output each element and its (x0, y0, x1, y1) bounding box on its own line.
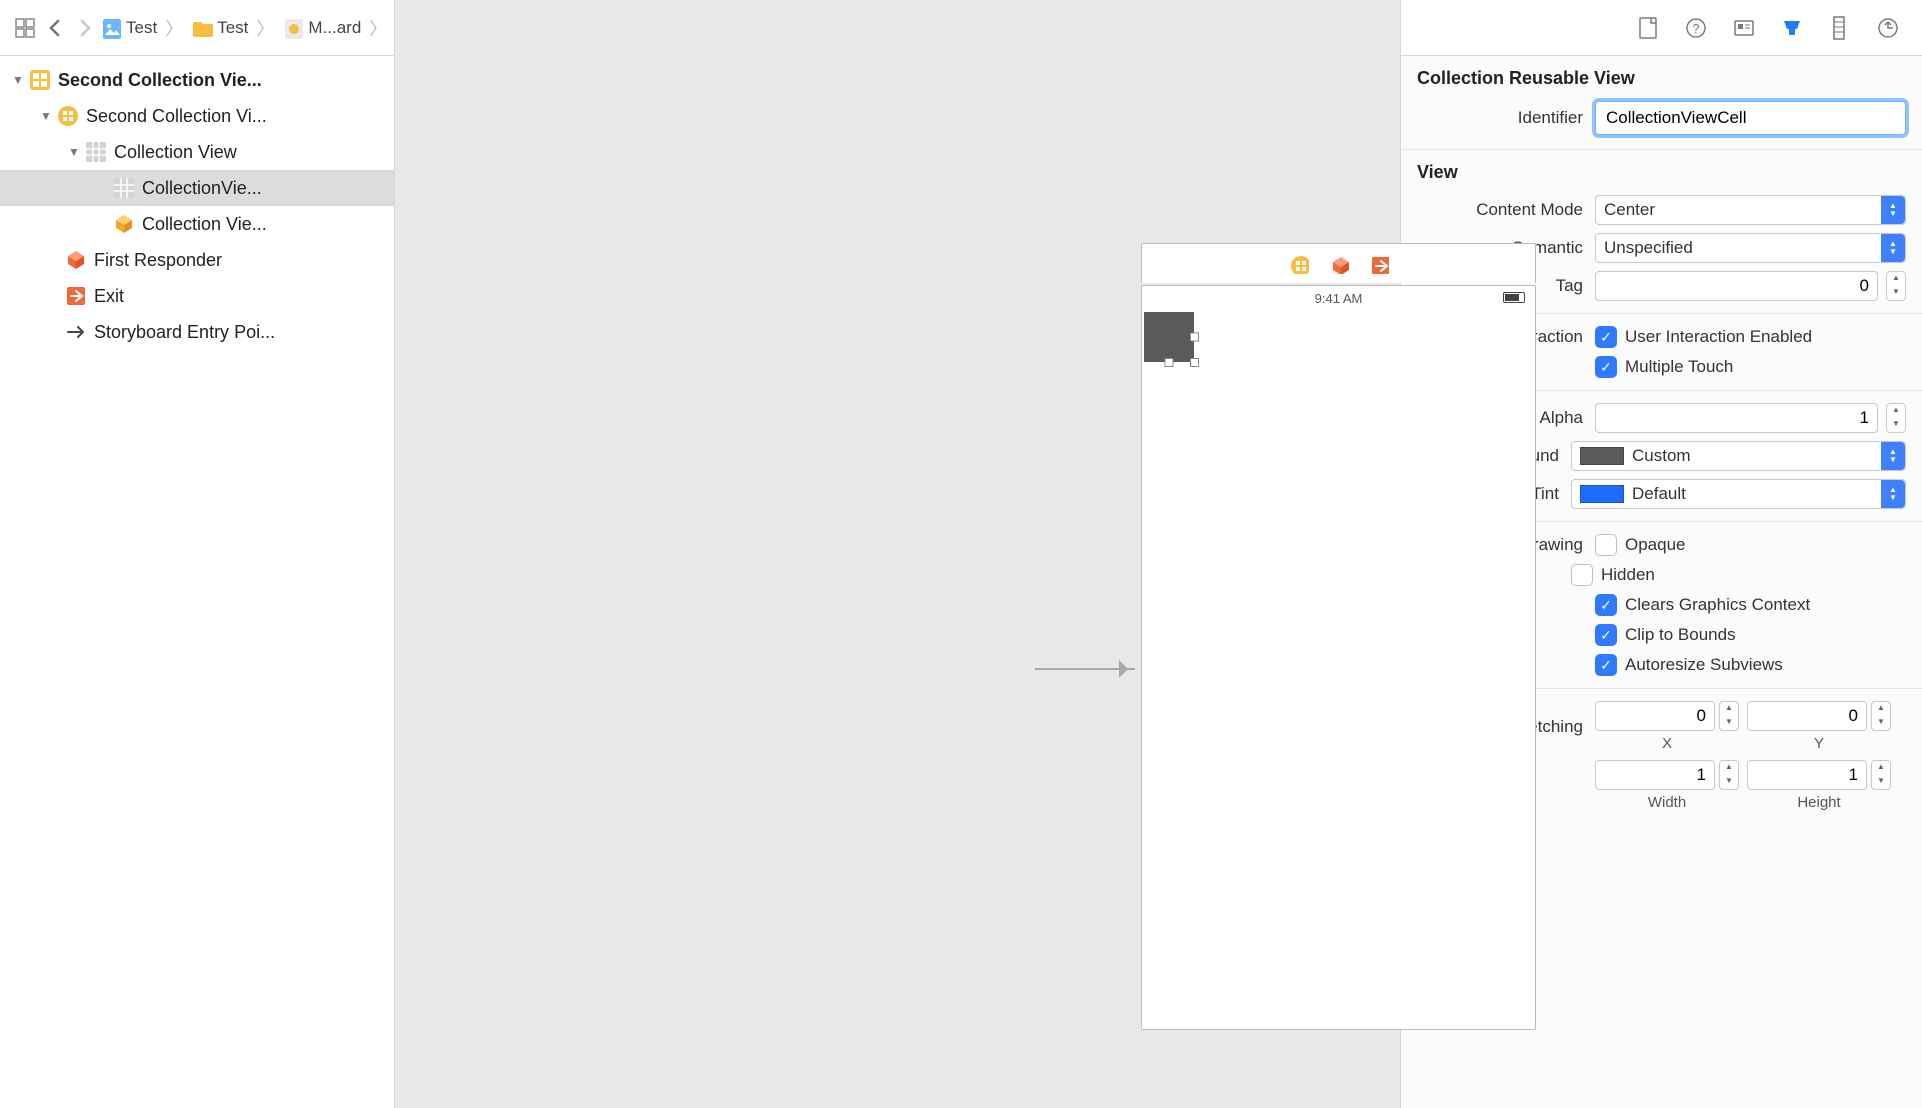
identity-inspector-tab[interactable] (1730, 14, 1758, 42)
background-select[interactable]: Custom▲▼ (1571, 441, 1906, 471)
identifier-label: Identifier (1425, 108, 1595, 128)
connections-inspector-tab[interactable] (1874, 14, 1902, 42)
svg-text:?: ? (1692, 21, 1699, 36)
hidden-checkbox[interactable] (1571, 564, 1593, 586)
chevron-updown-icon: ▲▼ (1881, 234, 1905, 262)
outline-scene[interactable]: ▼ Second Collection Vie... (0, 62, 394, 98)
stretch-h-stepper[interactable]: ▲▼ (1871, 760, 1891, 790)
outline-collection-view[interactable]: ▼ Collection View (0, 134, 394, 170)
view-title: View (1401, 150, 1922, 191)
help-inspector-tab[interactable]: ? (1682, 14, 1710, 42)
chevron-updown-icon: ▲▼ (1881, 442, 1905, 470)
battery-icon (1503, 292, 1525, 303)
color-swatch (1580, 447, 1624, 465)
outline-layout[interactable]: Collection Vie... (0, 206, 394, 242)
content-mode-label: Content Mode (1425, 200, 1595, 220)
cap-x: X (1662, 735, 1672, 752)
status-time: 9:41 AM (1315, 291, 1363, 306)
size-inspector-tab[interactable] (1826, 14, 1854, 42)
outline-label: First Responder (94, 250, 222, 271)
disclosure-icon[interactable]: ▼ (8, 73, 28, 87)
outline-controller[interactable]: ▼ Second Collection Vi... (0, 98, 394, 134)
outline-exit[interactable]: Exit (0, 278, 394, 314)
resize-handle[interactable] (1190, 358, 1199, 367)
multiple-touch-label: Multiple Touch (1625, 357, 1733, 377)
outline-label: Collection View (114, 142, 237, 163)
clears-checkbox[interactable]: ✓ (1595, 594, 1617, 616)
crumb-label: M...ard (308, 18, 361, 38)
content-mode-select[interactable]: Center▲▼ (1595, 195, 1906, 225)
disclosure-icon[interactable]: ▼ (64, 145, 84, 159)
breadcrumb[interactable]: Test〉 Test〉 M...ard〉 M...se)〉 Se...ne〉 S… (100, 15, 384, 41)
outline-label: Second Collection Vi... (86, 106, 267, 127)
selected-cell[interactable] (1144, 312, 1194, 362)
user-interaction-label: User Interaction Enabled (1625, 327, 1812, 347)
inspector-tab-bar: ? (1401, 0, 1922, 56)
scene-device[interactable]: 9:41 AM (1141, 285, 1536, 1030)
crumb-label: Test (126, 18, 157, 38)
stretch-w-field[interactable] (1595, 760, 1715, 790)
user-interaction-checkbox[interactable]: ✓ (1595, 326, 1617, 348)
autoresize-checkbox[interactable]: ✓ (1595, 654, 1617, 676)
outline-label: Storyboard Entry Poi... (94, 322, 275, 343)
clip-label: Clip to Bounds (1625, 625, 1736, 645)
scene-dock[interactable] (1141, 243, 1536, 283)
color-swatch (1580, 485, 1624, 503)
outline-label: Exit (94, 286, 124, 307)
stretch-x-stepper[interactable]: ▲▼ (1719, 701, 1739, 731)
outline-first-responder[interactable]: First Responder (0, 242, 394, 278)
entry-point-arrow-icon (1035, 668, 1135, 670)
outline-entry-point[interactable]: Storyboard Entry Poi... (0, 314, 394, 350)
attributes-inspector-tab[interactable] (1778, 14, 1806, 42)
stretch-x-field[interactable] (1595, 701, 1715, 731)
nav-forward-button[interactable] (70, 13, 100, 43)
stretch-h-field[interactable] (1747, 760, 1867, 790)
resize-handle[interactable] (1165, 358, 1174, 367)
first-responder-icon[interactable] (1329, 254, 1349, 274)
cap-y: Y (1814, 735, 1824, 752)
exit-icon[interactable] (1369, 254, 1389, 274)
outline-cell[interactable]: CollectionVie... (0, 170, 394, 206)
stretch-w-stepper[interactable]: ▲▼ (1719, 760, 1739, 790)
controller-icon[interactable] (1289, 254, 1309, 274)
reusable-view-title: Collection Reusable View (1401, 56, 1922, 97)
multiple-touch-checkbox[interactable]: ✓ (1595, 356, 1617, 378)
opaque-label: Opaque (1625, 535, 1686, 555)
status-bar: 9:41 AM (1142, 286, 1535, 310)
outline-label: Collection Vie... (142, 214, 267, 235)
crumb-label: Test (217, 18, 248, 38)
chevron-updown-icon: ▲▼ (1881, 196, 1905, 224)
nav-back-button[interactable] (40, 13, 70, 43)
hidden-label: Hidden (1601, 565, 1655, 585)
cap-w: Width (1648, 794, 1686, 811)
tag-stepper[interactable]: ▲▼ (1886, 271, 1906, 301)
canvas[interactable]: 9:41 AM (395, 0, 1400, 1108)
disclosure-icon[interactable]: ▼ (36, 109, 56, 123)
chevron-updown-icon: ▲▼ (1881, 480, 1905, 508)
outline-label: CollectionVie... (142, 178, 262, 199)
clears-label: Clears Graphics Context (1625, 595, 1810, 615)
stretch-y-field[interactable] (1747, 701, 1867, 731)
file-inspector-tab[interactable] (1634, 14, 1662, 42)
autoresize-label: Autoresize Subviews (1625, 655, 1783, 675)
resize-handle[interactable] (1190, 333, 1199, 342)
alpha-field[interactable] (1595, 403, 1878, 433)
opaque-checkbox[interactable] (1595, 534, 1617, 556)
document-outline[interactable]: ▼ Second Collection Vie... ▼ Second Coll… (0, 56, 394, 1108)
tint-select[interactable]: Default▲▼ (1571, 479, 1906, 509)
identifier-field[interactable] (1595, 101, 1906, 135)
tag-field[interactable] (1595, 271, 1878, 301)
stretch-y-stepper[interactable]: ▲▼ (1871, 701, 1891, 731)
cap-h: Height (1797, 794, 1840, 811)
alpha-stepper[interactable]: ▲▼ (1886, 403, 1906, 433)
related-items-icon[interactable] (10, 13, 40, 43)
clip-checkbox[interactable]: ✓ (1595, 624, 1617, 646)
semantic-select[interactable]: Unspecified▲▼ (1595, 233, 1906, 263)
outline-label: Second Collection Vie... (58, 70, 262, 91)
